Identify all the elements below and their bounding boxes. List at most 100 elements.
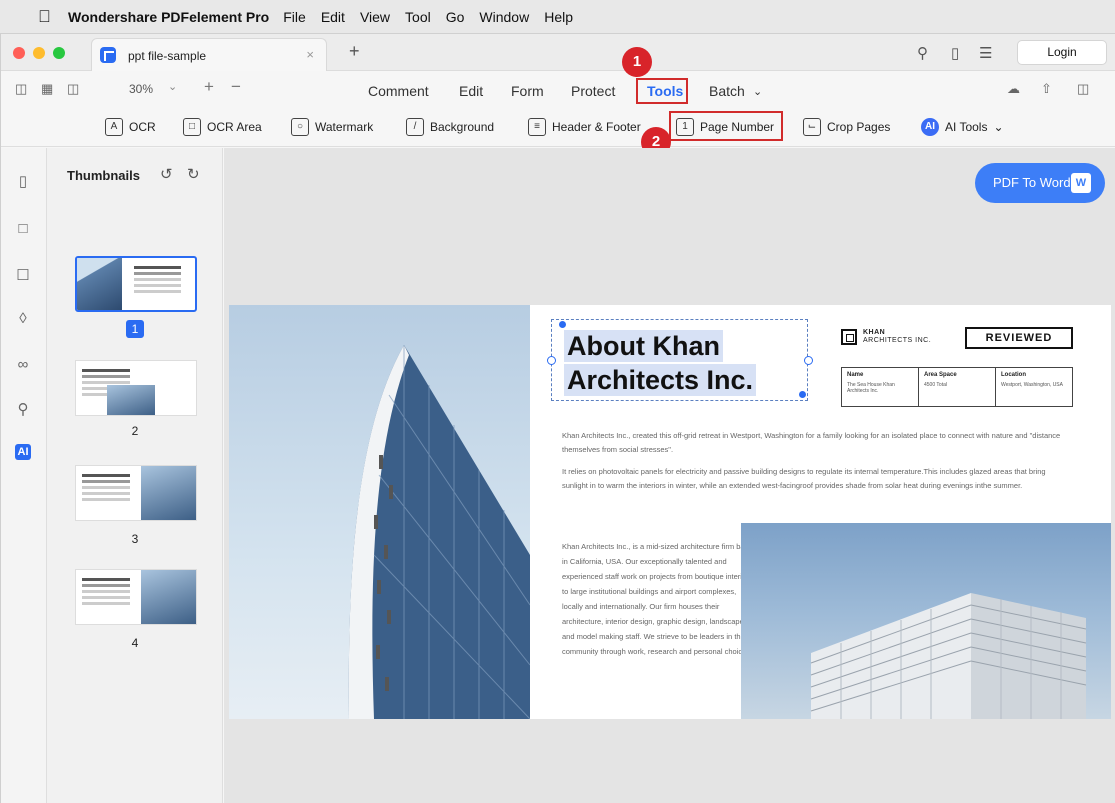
building-photo-small	[741, 523, 1111, 719]
building-photo-large	[229, 305, 530, 719]
zoom-dropdown-chevron-icon[interactable]: ⌄	[168, 80, 177, 93]
page-thumbnail-1[interactable]	[75, 256, 197, 312]
cloud-upload-icon[interactable]: ☁	[1007, 81, 1020, 97]
logo-text-1: KHAN	[863, 329, 886, 336]
ai-tools-chevron-icon: ⌄	[993, 120, 1004, 134]
rotate-left-icon[interactable]: ↺	[160, 165, 173, 183]
watermark-button[interactable]: ○ Watermark	[291, 118, 373, 136]
comment-panel-icon[interactable]: □	[13, 220, 33, 237]
info-cell-name: Name The Sea House Khan Architects Inc.	[842, 368, 919, 406]
ai-tools-button[interactable]: AI AI Tools ⌄	[921, 118, 1004, 136]
menu-tool[interactable]: Tool	[405, 9, 431, 25]
apple-icon[interactable]: 	[38, 7, 68, 27]
zoom-level[interactable]: 30%	[129, 82, 153, 96]
resize-handle-right[interactable]	[804, 356, 813, 365]
document-tab[interactable]: ppt file-sample ×	[91, 38, 327, 71]
thumbnails-panel: Thumbnails ↺ ↻ 1 2 3 4	[47, 148, 223, 803]
header-footer-icon: ≡	[528, 118, 546, 136]
page-label-4: 4	[131, 636, 139, 650]
info-cell-location: Location Westport, Washington, USA	[996, 368, 1072, 406]
zoom-out-icon[interactable]: −	[231, 77, 241, 97]
header-footer-button[interactable]: ≡ Header & Footer	[528, 118, 641, 136]
header-footer-label: Header & Footer	[552, 120, 641, 134]
pdf-page[interactable]: About Khan Architects Inc. KHAN ARCHITECT…	[229, 305, 1111, 719]
background-button[interactable]: / Background	[406, 118, 494, 136]
attachment-icon[interactable]: ∞	[13, 356, 33, 373]
word-icon: W	[1071, 173, 1091, 193]
menu-go[interactable]: Go	[446, 9, 465, 25]
left-icon-rail: ▯ □ ☐ ◊ ∞ ⚲ AI	[1, 148, 47, 803]
ai-assistant-icon[interactable]: AI	[15, 444, 31, 460]
heading-line-2[interactable]: Architects Inc.	[564, 364, 757, 396]
menu-view[interactable]: View	[360, 9, 390, 25]
tab-close-icon[interactable]: ×	[306, 47, 314, 62]
khan-logo-icon	[841, 329, 857, 345]
search-icon[interactable]: ⚲	[13, 400, 33, 418]
page-thumbnail-2[interactable]	[75, 360, 197, 416]
info-header: Location	[1001, 372, 1026, 378]
khan-logo: KHAN ARCHITECTS INC.	[841, 329, 931, 345]
rotate-right-icon[interactable]: ↻	[187, 165, 200, 183]
pdf-to-word-label: PDF To Word	[993, 175, 1071, 190]
tab-edit[interactable]: Edit	[459, 83, 483, 99]
resize-handle-left[interactable]	[547, 356, 556, 365]
main-toolbar: ◫ ▦ ◫ 30% ⌄ + − Comment Edit Form Protec…	[1, 47, 1115, 107]
thumbnail-image	[140, 466, 196, 520]
crop-icon: ⌙	[803, 118, 821, 136]
mac-menubar:  Wondershare PDFelement Pro File Edit V…	[0, 0, 1115, 34]
info-value: The Sea House Khan Architects Inc.	[847, 382, 895, 394]
batch-chevron-icon[interactable]: ⌄	[753, 85, 762, 98]
thumbnail-image	[107, 385, 156, 415]
zoom-window-button[interactable]	[53, 47, 65, 59]
page-layout-icon[interactable]: ◫	[67, 81, 79, 97]
new-tab-plus-icon[interactable]: +	[349, 41, 360, 62]
text-cursor-start-handle[interactable]	[559, 321, 566, 328]
grid-view-icon[interactable]: ▦	[41, 81, 53, 97]
ocr-area-icon: □	[183, 118, 201, 136]
document-canvas[interactable]: PDF To Word W About Khan Architects Inc.…	[224, 148, 1115, 803]
login-button[interactable]: Login	[1017, 40, 1107, 65]
ocr-area-button[interactable]: □ OCR Area	[183, 118, 262, 136]
tab-protect[interactable]: Protect	[571, 83, 615, 99]
heading-line-1[interactable]: About Khan	[564, 330, 723, 362]
text-cursor-end-handle[interactable]	[799, 391, 806, 398]
right-panel-toggle-icon[interactable]: ◫	[1077, 81, 1089, 97]
sidebar-toggle-icon[interactable]: ◫	[15, 81, 27, 97]
tab-form[interactable]: Form	[511, 83, 544, 99]
minimize-window-button[interactable]	[33, 47, 45, 59]
crop-pages-button[interactable]: ⌙ Crop Pages	[803, 118, 890, 136]
page-panel-icon[interactable]: ▯	[13, 172, 33, 190]
layers-icon[interactable]: ◊	[13, 310, 33, 327]
background-icon: /	[406, 118, 424, 136]
watermark-label: Watermark	[315, 120, 374, 134]
device-icon[interactable]: ▯	[951, 44, 959, 62]
menu-window[interactable]: Window	[479, 9, 529, 25]
menu-file[interactable]: File	[283, 9, 306, 25]
page-thumbnail-3[interactable]	[75, 465, 197, 521]
body-paragraph-1: Khan Architects Inc., created this off-g…	[562, 431, 1061, 454]
share-icon[interactable]: ⇧	[1041, 81, 1052, 97]
tab-comment[interactable]: Comment	[368, 83, 429, 99]
ocr-button[interactable]: A OCR	[105, 118, 156, 136]
menu-help[interactable]: Help	[544, 9, 573, 25]
pdf-to-word-button[interactable]: PDF To Word W	[975, 163, 1105, 203]
page-thumbnail-4[interactable]	[75, 569, 197, 625]
background-label: Background	[430, 120, 495, 134]
body-paragraph-2: It relies on photovoltaic panels for ele…	[562, 467, 1046, 490]
tab-bar: ppt file-sample × + ⚲ ▯ ☰ Login	[1, 34, 1115, 71]
ai-tools-icon: AI	[921, 118, 939, 136]
building-illustration-2	[810, 593, 1087, 719]
app-window: ppt file-sample × + ⚲ ▯ ☰ Login ◫ ▦ ◫ 30…	[0, 34, 1115, 803]
crop-pages-label: Crop Pages	[827, 120, 891, 134]
thumbnail-text	[82, 474, 130, 477]
checklist-icon[interactable]: ☰	[979, 44, 992, 62]
menu-edit[interactable]: Edit	[321, 9, 345, 25]
ocr-icon: A	[105, 118, 123, 136]
tab-batch[interactable]: Batch	[709, 83, 745, 99]
zoom-in-icon[interactable]: +	[204, 77, 214, 97]
selected-heading-textbox[interactable]: About Khan Architects Inc.	[551, 319, 808, 401]
app-name-menu[interactable]: Wondershare PDFelement Pro	[68, 9, 269, 25]
bookmark-icon[interactable]: ☐	[13, 266, 33, 284]
close-window-button[interactable]	[13, 47, 25, 59]
bell-icon[interactable]: ⚲	[917, 44, 928, 62]
